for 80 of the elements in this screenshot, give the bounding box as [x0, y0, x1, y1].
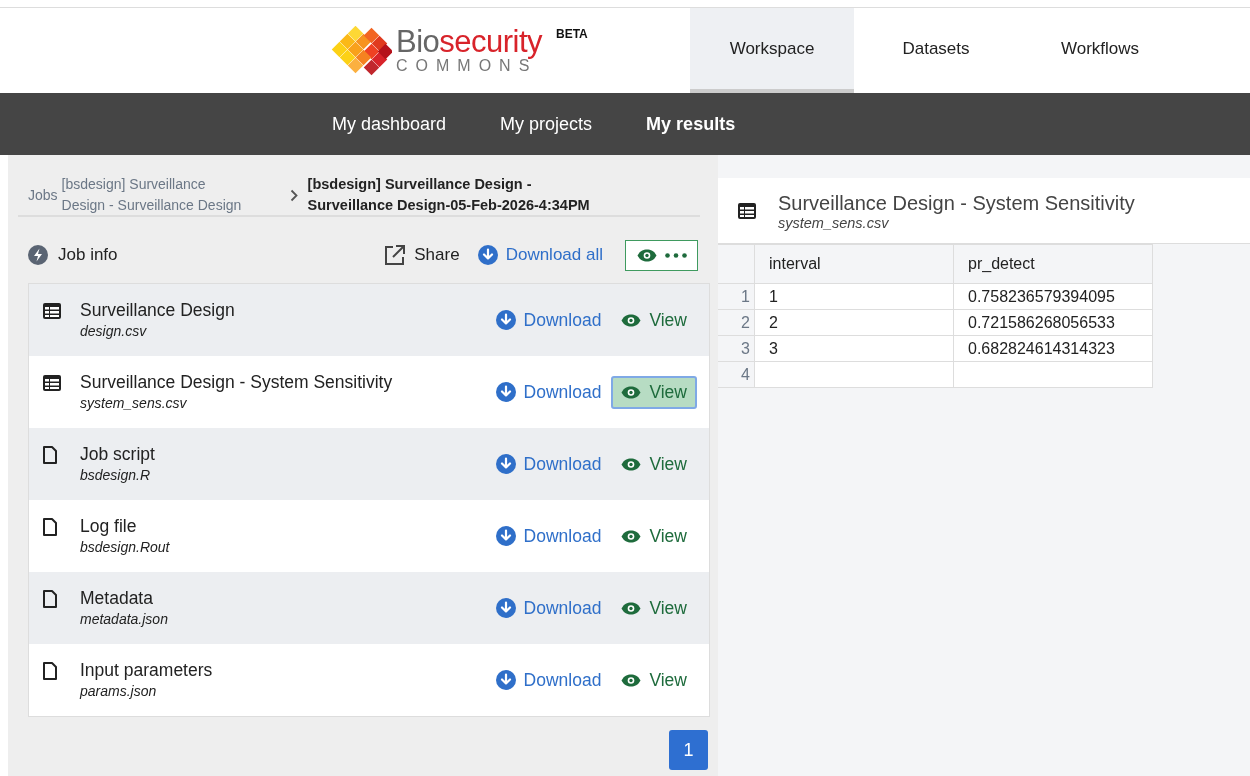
breadcrumb-current: [bsdesign] Surveillance Design - Surveillance Design-05-Feb-2026-4:34PM: [307, 175, 591, 215]
job-info-label: Job info: [58, 245, 118, 265]
download-button[interactable]: Download: [491, 665, 606, 695]
download-button[interactable]: Download: [491, 449, 606, 479]
eye-icon: [621, 601, 642, 615]
file-icon: [43, 518, 57, 536]
view-button[interactable]: View: [611, 447, 697, 481]
view-button[interactable]: View: [611, 303, 697, 337]
subnav-link[interactable]: My projects: [500, 113, 593, 135]
eye-icon: [621, 457, 642, 471]
download-button[interactable]: Download: [491, 521, 606, 551]
beta-label: BETA: [556, 26, 588, 41]
download-icon: [495, 310, 516, 330]
nav-tab[interactable]: Workspace: [690, 8, 854, 93]
file-title: Job script: [80, 443, 156, 465]
table-cell: 1: [754, 283, 954, 310]
table-cell: 2: [754, 309, 954, 336]
download-icon: [495, 382, 516, 402]
table-icon: [43, 375, 61, 391]
more-icon: [664, 252, 687, 258]
row-number: 2: [718, 309, 755, 336]
download-icon: [495, 454, 516, 474]
table-cell: 0.721586268056533: [953, 309, 1153, 336]
eye-icon: [621, 673, 642, 687]
breadcrumb-link[interactable]: Jobs: [28, 187, 58, 203]
table-icon: [43, 303, 61, 319]
page-button[interactable]: 1: [669, 730, 708, 770]
file-icon: [43, 446, 57, 464]
table-cell: 3: [754, 335, 954, 362]
view-button[interactable]: View: [611, 591, 697, 625]
table-icon: [738, 202, 756, 219]
nav-tab[interactable]: Datasets: [854, 8, 1018, 93]
breadcrumb-link[interactable]: [bsdesign] Surveillance Design - Surveillance Design: [61, 174, 242, 216]
column-header: pr_detect: [953, 244, 1153, 284]
column-header: interval: [754, 244, 954, 284]
download-all-button[interactable]: Download all: [477, 245, 603, 265]
logo-icon: [330, 25, 392, 76]
nav-tab[interactable]: Workflows: [1018, 8, 1182, 93]
download-icon: [495, 598, 516, 618]
download-button[interactable]: Download: [491, 377, 606, 407]
file-title: Surveillance Design - System Sensitivity: [80, 371, 394, 393]
download-icon: [495, 670, 516, 690]
file-name: bsdesign.Rout: [80, 538, 171, 557]
file-name: metadata.json: [80, 610, 169, 629]
file-icon: [43, 590, 57, 608]
download-button[interactable]: Download: [491, 305, 606, 335]
share-button[interactable]: Share: [384, 244, 460, 266]
eye-icon: [621, 313, 642, 327]
bolt-icon: [28, 245, 48, 265]
view-options-button[interactable]: [625, 239, 698, 271]
file-title: Surveillance Design: [80, 299, 236, 321]
file-name: system_sens.csv: [80, 394, 188, 413]
view-button[interactable]: View: [611, 519, 697, 553]
download-button[interactable]: Download: [491, 593, 606, 623]
file-name: design.csv: [80, 322, 148, 341]
view-button[interactable]: View: [611, 375, 697, 409]
subnav-link[interactable]: My dashboard: [332, 113, 447, 135]
eye-icon: [621, 529, 642, 543]
chevron-icon: [289, 188, 298, 202]
file-title: Log file: [80, 515, 138, 537]
table-cell: 0.758236579394095: [953, 283, 1153, 310]
file-title: Input parameters: [80, 659, 214, 681]
download-icon: [495, 526, 516, 546]
preview-filename: system_sens.csv: [778, 214, 890, 231]
preview-title: Surveillance Design - System Sensitivity: [778, 190, 1136, 215]
eye-icon: [636, 248, 657, 262]
brand-name: Biosecurity: [396, 23, 543, 59]
table-cell: 0.682824614314323: [953, 335, 1153, 362]
row-number: 4: [718, 361, 755, 388]
external-link-icon: [384, 244, 407, 266]
file-name: bsdesign.R: [80, 466, 152, 485]
subnav-link[interactable]: My results: [646, 113, 736, 135]
file-name: params.json: [80, 682, 158, 701]
eye-icon: [621, 385, 642, 399]
row-number: 3: [718, 335, 755, 362]
view-button[interactable]: View: [611, 663, 697, 697]
download-icon: [477, 245, 498, 265]
file-icon: [43, 662, 57, 680]
row-number: 1: [718, 283, 755, 310]
file-title: Metadata: [80, 587, 154, 609]
